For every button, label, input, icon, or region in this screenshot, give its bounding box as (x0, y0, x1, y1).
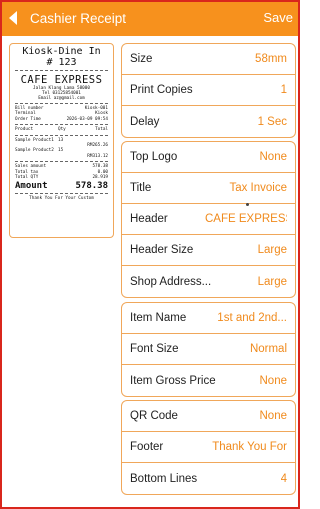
setting-header-size[interactable]: Header Size Large (122, 235, 295, 266)
receipt-divider (15, 161, 108, 163)
settings-group-footer: QR Code None Footer Thank You For Bottom… (121, 400, 296, 495)
receipt-divider (15, 103, 108, 104)
setting-print-copies[interactable]: Print Copies 1 (122, 75, 295, 106)
info-value: 2026-03-09 09:54 (66, 116, 108, 122)
receipt-preview: Kiosk-Dine In # 123 CAFE EXPRESS Jalan K… (9, 43, 114, 238)
setting-header[interactable]: Header CAFE EXPRESS (122, 204, 295, 235)
setting-value: 1 (280, 84, 287, 96)
receipt-amount-row: Amount 578.38 (15, 181, 108, 191)
receipt-order-number: # 123 (46, 57, 77, 68)
info-label: Order Time (15, 116, 41, 122)
receipt-divider (15, 124, 108, 126)
settings-group-print: Size 58mm Print Copies 1 Delay 1 Sec (121, 43, 296, 138)
setting-label: Item Name (130, 312, 187, 324)
setting-value: None (259, 151, 288, 163)
page-title: Cashier Receipt (30, 10, 127, 26)
setting-delay[interactable]: Delay 1 Sec (122, 106, 295, 137)
receipt-divider (15, 193, 108, 195)
setting-value: 58mm (255, 53, 287, 65)
item-total: RM313.12 (87, 153, 108, 159)
setting-label: Shop Address... (130, 275, 212, 288)
receipt-divider (15, 134, 108, 136)
setting-label: Size (130, 53, 153, 65)
receipt-kiosk-line: Kiosk-Dine In (22, 46, 101, 57)
indicator-dot (246, 203, 249, 206)
receipt-item-header: Product Qty Total (15, 127, 108, 132)
header-qty: Qty (58, 127, 66, 133)
app-bar: Cashier Receipt Save (0, 0, 300, 36)
setting-bottom-lines[interactable]: Bottom Lines 4 (122, 463, 295, 494)
setting-value: 1 Sec (257, 115, 287, 128)
setting-value: 4 (280, 472, 287, 485)
setting-item-gross-price[interactable]: Item Gross Price None (122, 365, 295, 396)
setting-qr-code[interactable]: QR Code None (122, 401, 295, 432)
setting-font-size[interactable]: Font Size Normal (122, 334, 295, 365)
setting-title[interactable]: Title Tax Invoice (122, 173, 295, 204)
receipt-item-total-row: RM313.12 (15, 154, 108, 159)
amount-value: 578.38 (75, 181, 108, 192)
receipt-divider (15, 70, 108, 71)
setting-label: Header Size (130, 244, 194, 256)
setting-value: Tax Invoice (229, 182, 287, 194)
setting-footer[interactable]: Footer Thank You For (122, 432, 295, 463)
setting-label: Print Copies (130, 84, 193, 96)
setting-shop-address[interactable]: Shop Address... Large (122, 266, 295, 297)
receipt-email: Email az@gmail.com (38, 96, 85, 101)
setting-item-name[interactable]: Item Name 1st and 2nd... (122, 303, 295, 334)
header-total: Total (95, 127, 108, 133)
receipt-summary-row: Total QTY 28.919 (15, 175, 108, 180)
setting-label: Header (130, 213, 168, 225)
header-product: Product (15, 127, 34, 133)
settings-group-header: Top Logo None Title Tax Invoice Header C… (121, 141, 296, 298)
amount-label: Amount (15, 181, 48, 192)
setting-label: Title (130, 182, 152, 194)
summary-value: 28.919 (92, 175, 108, 181)
setting-label: Top Logo (130, 151, 178, 163)
setting-value: Large (257, 275, 287, 288)
setting-value: None (259, 410, 288, 422)
setting-label: QR Code (130, 410, 178, 422)
setting-top-logo[interactable]: Top Logo None (122, 142, 295, 173)
back-button[interactable] (0, 0, 26, 36)
save-button[interactable]: Save (263, 10, 293, 25)
receipt-footer: Thank You For Your Custom (29, 196, 94, 202)
back-arrow-icon (9, 11, 17, 25)
setting-size[interactable]: Size 58mm (122, 44, 295, 75)
setting-label: Bottom Lines (130, 472, 198, 485)
setting-value: None (259, 374, 288, 387)
receipt-shop-name: CAFE EXPRESS (20, 74, 103, 86)
setting-value: Normal (249, 343, 287, 355)
settings-group-items: Item Name 1st and 2nd... Font Size Norma… (121, 302, 296, 397)
setting-value: Large (257, 244, 287, 256)
setting-label: Footer (130, 441, 164, 453)
setting-label: Font Size (130, 343, 179, 355)
setting-label: Item Gross Price (130, 374, 216, 387)
setting-label: Delay (130, 115, 160, 128)
setting-value: Thank You For (212, 441, 287, 453)
setting-value: 1st and 2nd... (217, 312, 287, 324)
summary-label: Total QTY (15, 175, 39, 181)
setting-value: CAFE EXPRESS (205, 213, 287, 225)
receipt-info-row: Order Time 2026-03-09 09:54 (15, 117, 108, 122)
